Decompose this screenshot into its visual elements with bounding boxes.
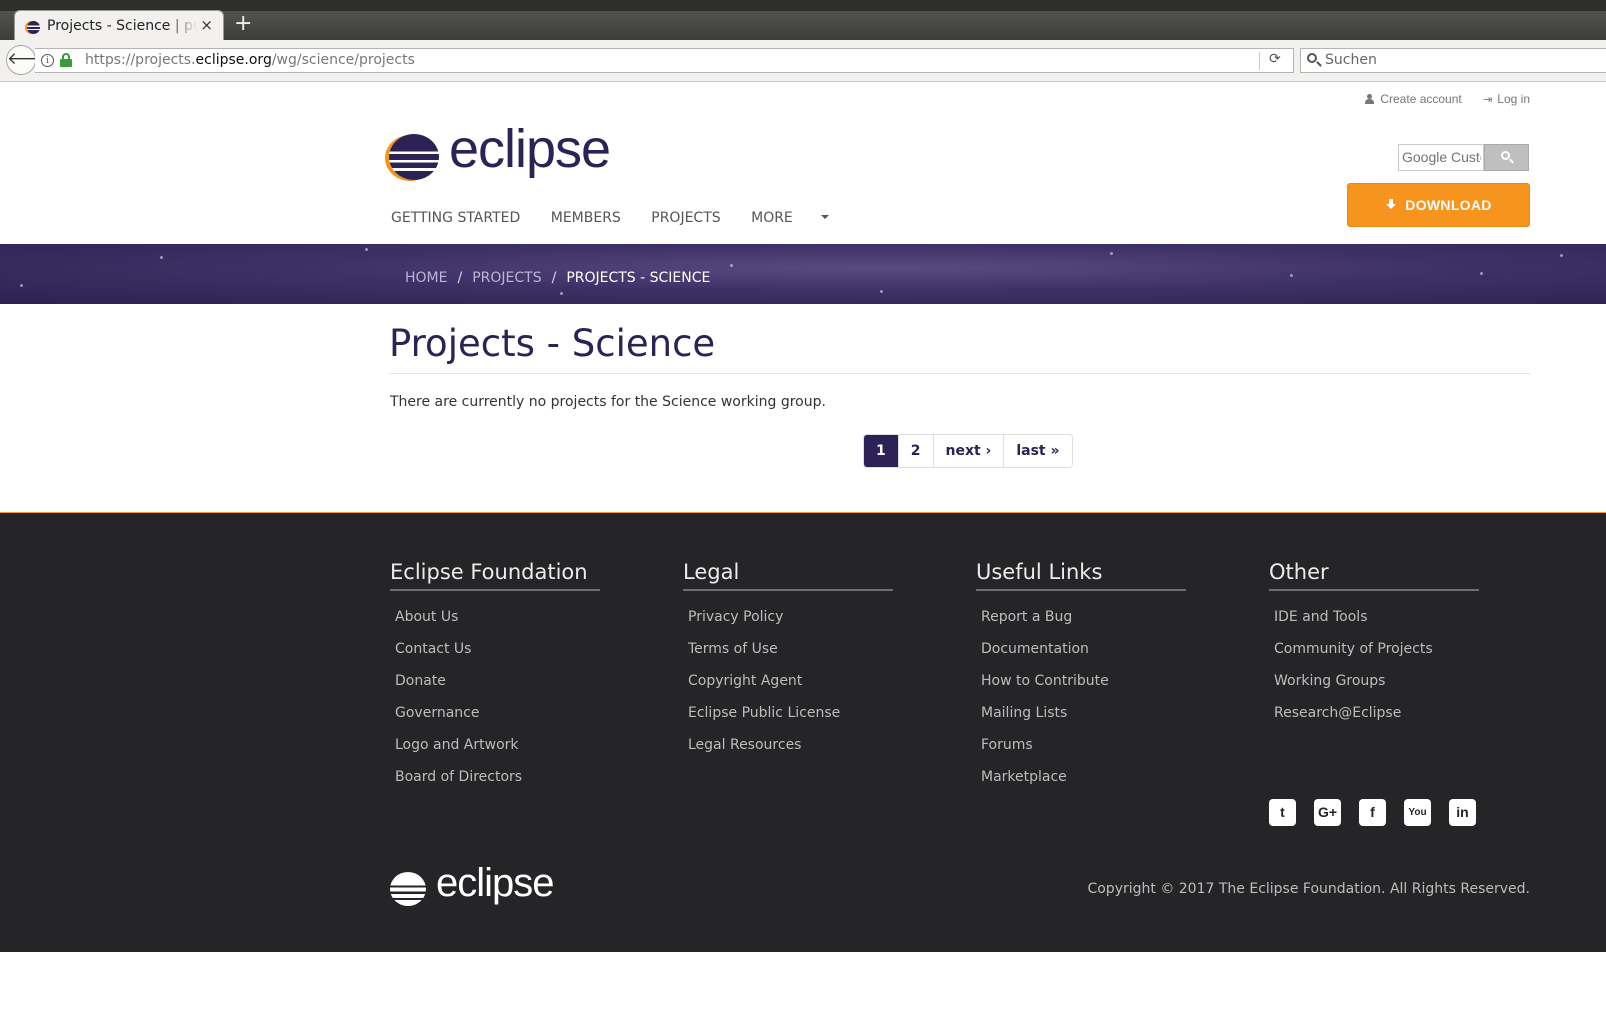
nav-getting-started[interactable]: GETTING STARTED xyxy=(391,210,520,226)
address-bar-divider xyxy=(1259,52,1260,70)
nav-projects[interactable]: PROJECTS xyxy=(651,210,720,226)
footer-column-eclipse-foundation: Eclipse Foundation About Us Contact Us D… xyxy=(390,560,600,793)
footer-column-other: Other IDE and Tools Community of Project… xyxy=(1269,560,1479,729)
url-text[interactable]: https://projects.eclipse.org/wg/science/… xyxy=(85,52,415,68)
footer-link[interactable]: Governance xyxy=(395,697,600,729)
footer-link[interactable]: Mailing Lists xyxy=(981,697,1186,729)
window-top-edge xyxy=(0,0,1606,11)
breadcrumb-current: PROJECTS - SCIENCE xyxy=(566,270,711,286)
reload-icon[interactable]: ⟳ xyxy=(1269,51,1281,67)
account-links: Create account ⇥ Log in xyxy=(1347,92,1530,106)
pager-page-2[interactable]: 2 xyxy=(897,435,933,467)
pager-last[interactable]: last » xyxy=(1003,435,1072,467)
footer-logo-text: eclipse xyxy=(436,861,555,905)
pager-page-1[interactable]: 1 xyxy=(864,435,898,467)
pagination: 1 2 next › last » xyxy=(863,434,1073,468)
lock-icon[interactable] xyxy=(60,53,72,67)
close-tab-icon[interactable]: × xyxy=(200,16,213,34)
nav-members[interactable]: MEMBERS xyxy=(551,210,621,226)
create-account-link[interactable]: Create account xyxy=(1365,92,1462,106)
browser-tab-bar: Projects - Science | projects.eclipse.or… xyxy=(0,0,1606,41)
footer-column-legal: Legal Privacy Policy Terms of Use Copyri… xyxy=(683,560,893,761)
caret-down-icon xyxy=(820,215,829,219)
footer-link[interactable]: Board of Directors xyxy=(395,761,600,793)
copyright-text: Copyright © 2017 The Eclipse Foundation.… xyxy=(1087,881,1530,897)
sign-in-icon: ⇥ xyxy=(1483,94,1493,106)
footer-link[interactable]: Research@Eclipse xyxy=(1274,697,1479,729)
footer-link[interactable]: Logo and Artwork xyxy=(395,729,600,761)
footer-link[interactable]: How to Contribute xyxy=(981,665,1186,697)
footer-link[interactable]: Privacy Policy xyxy=(688,601,893,633)
tab-title: Projects - Science | projects.eclipse.or… xyxy=(47,18,197,34)
main-nav: GETTING STARTED MEMBERS PROJECTS MORE xyxy=(391,210,881,226)
footer-link[interactable]: Forums xyxy=(981,729,1186,761)
footer-link[interactable]: Documentation xyxy=(981,633,1186,665)
footer-link[interactable]: IDE and Tools xyxy=(1274,601,1479,633)
download-button[interactable]: DOWNLOAD xyxy=(1347,183,1530,227)
breadcrumb-separator: / xyxy=(551,270,557,286)
breadcrumb-home[interactable]: HOME xyxy=(405,270,447,286)
intro-text: There are currently no projects for the … xyxy=(390,394,826,410)
new-tab-button[interactable]: + xyxy=(234,13,252,35)
log-in-link[interactable]: ⇥ Log in xyxy=(1483,92,1530,106)
breadcrumb: HOME / PROJECTS / PROJECTS - SCIENCE xyxy=(405,270,710,286)
breadcrumb-projects[interactable]: PROJECTS xyxy=(472,270,541,286)
eclipse-logo-icon xyxy=(389,134,439,180)
user-icon xyxy=(1365,94,1375,104)
linkedin-icon[interactable]: in xyxy=(1449,799,1476,826)
site-search-field[interactable] xyxy=(1399,145,1481,169)
title-divider xyxy=(389,373,1530,374)
facebook-icon[interactable]: f xyxy=(1359,799,1386,826)
footer-column-useful-links: Useful Links Report a Bug Documentation … xyxy=(976,560,1186,793)
footer-link[interactable]: Working Groups xyxy=(1274,665,1479,697)
address-bar[interactable]: i https://projects.eclipse.org/wg/scienc… xyxy=(35,48,1294,73)
social-links: t G+ f You in xyxy=(1269,799,1494,826)
footer-link[interactable]: Donate xyxy=(395,665,600,697)
browser-nav-bar: 🡐 i https://projects.eclipse.org/wg/scie… xyxy=(0,40,1606,82)
nav-more[interactable]: MORE xyxy=(751,210,855,226)
footer-link[interactable]: Contact Us xyxy=(395,633,600,665)
eclipse-favicon-icon xyxy=(27,21,40,34)
footer-link[interactable]: Copyright Agent xyxy=(688,665,893,697)
browser-tab[interactable]: Projects - Science | projects.eclipse.or… xyxy=(14,10,224,41)
footer-link[interactable]: About Us xyxy=(395,601,600,633)
footer-link[interactable]: Eclipse Public License xyxy=(688,697,893,729)
info-icon[interactable]: i xyxy=(41,54,54,67)
breadcrumb-separator: / xyxy=(457,270,463,286)
google-plus-icon[interactable]: G+ xyxy=(1314,799,1341,826)
breadcrumb-banner: HOME / PROJECTS / PROJECTS - SCIENCE xyxy=(0,244,1606,304)
eclipse-logo-icon xyxy=(390,872,426,906)
search-icon xyxy=(1307,53,1317,63)
site-search-button[interactable] xyxy=(1484,144,1529,171)
pager-next[interactable]: next › xyxy=(932,435,1004,467)
footer-link[interactable]: Report a Bug xyxy=(981,601,1186,633)
footer-link[interactable]: Terms of Use xyxy=(688,633,893,665)
page-title: Projects - Science xyxy=(389,322,716,365)
footer-link[interactable]: Marketplace xyxy=(981,761,1186,793)
footer-heading: Eclipse Foundation xyxy=(390,560,600,591)
footer-link[interactable]: Legal Resources xyxy=(688,729,893,761)
browser-search-input[interactable]: Suchen xyxy=(1300,48,1606,73)
footer-heading: Legal xyxy=(683,560,893,591)
footer-heading: Other xyxy=(1269,560,1479,591)
site-search-input[interactable] xyxy=(1398,144,1484,171)
footer: Eclipse Foundation About Us Contact Us D… xyxy=(0,512,1606,952)
search-placeholder: Suchen xyxy=(1325,52,1377,68)
back-button[interactable]: 🡐 xyxy=(6,45,53,75)
footer-link[interactable]: Community of Projects xyxy=(1274,633,1479,665)
eclipse-logo-text: eclipse xyxy=(449,119,611,179)
twitter-icon[interactable]: t xyxy=(1269,799,1296,826)
download-icon xyxy=(1385,199,1397,211)
search-icon xyxy=(1501,151,1510,160)
footer-heading: Useful Links xyxy=(976,560,1186,591)
youtube-icon[interactable]: You xyxy=(1404,799,1431,826)
